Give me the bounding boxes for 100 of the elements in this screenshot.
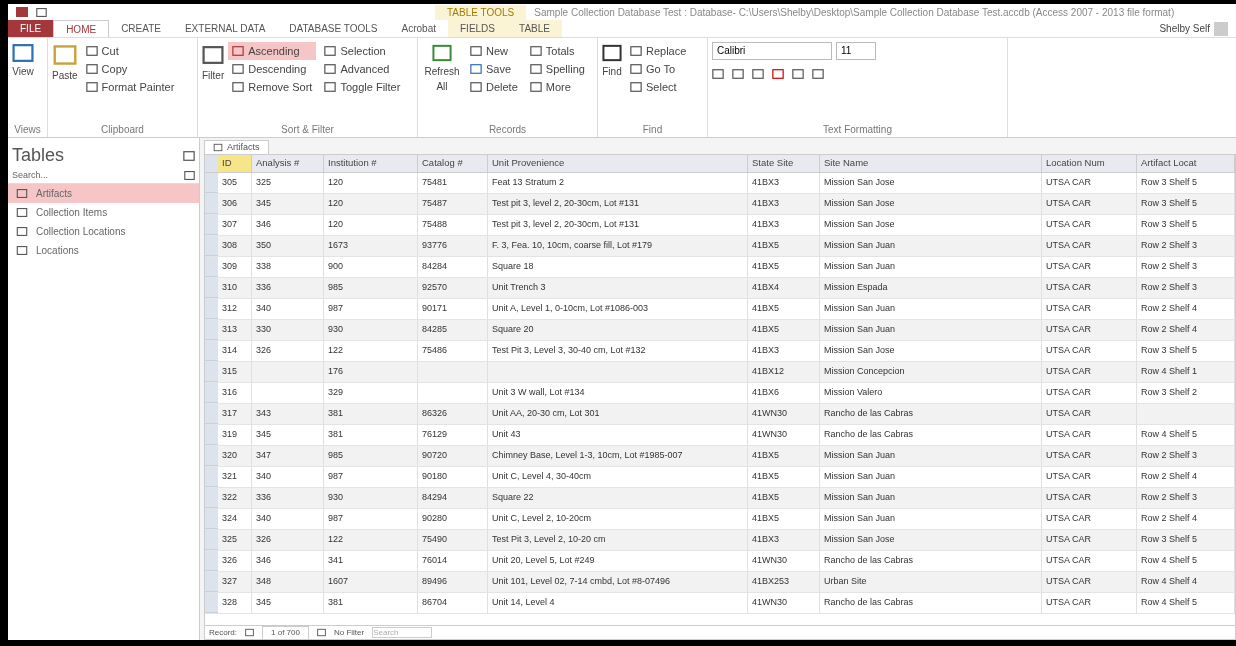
column-header[interactable]: State Site [748, 155, 820, 172]
table-cell: Row 2 Shelf 3 [1141, 260, 1198, 274]
table-cell: 308 [222, 239, 238, 253]
row-selector[interactable] [205, 551, 218, 571]
table-cell: 84284 [422, 260, 448, 274]
row-selector[interactable] [205, 530, 218, 550]
replace-button[interactable]: Replace [626, 42, 691, 60]
delete-button[interactable]: Delete [466, 78, 522, 96]
remove-sort-button[interactable]: Remove Sort [228, 78, 317, 96]
table-cell: Row 2 Shelf 3 [1141, 491, 1198, 505]
column-header[interactable]: Artifact Locat [1137, 155, 1235, 172]
table-cell: 900 [328, 260, 344, 274]
row-selector[interactable] [205, 425, 218, 445]
table-cell: 41BX3 [752, 218, 780, 232]
table-cell: Mission San Juan [824, 323, 896, 337]
view-button[interactable]: View [12, 42, 34, 79]
row-selector[interactable] [205, 278, 218, 298]
table-cell: 41WN30 [752, 407, 787, 421]
column-header[interactable]: Location Num [1042, 155, 1137, 172]
document-tab[interactable]: Artifacts [204, 139, 269, 154]
ribbon-tab[interactable]: FIELDS [448, 20, 507, 37]
nav-item[interactable]: Collection Locations [8, 221, 199, 241]
descending-button[interactable]: Descending [228, 60, 317, 78]
table-cell: 176 [328, 365, 344, 379]
refresh-button[interactable]: Refresh All [422, 42, 462, 94]
spelling-button[interactable]: Spelling [525, 60, 589, 78]
ribbon-tab[interactable]: HOME [53, 20, 110, 37]
table-cell: 930 [328, 323, 344, 337]
table-cell: 336 [256, 491, 272, 505]
save-button[interactable]: Save [466, 60, 522, 78]
row-selector[interactable] [205, 404, 218, 424]
table-cell: Mission San Jose [824, 197, 895, 211]
table-cell: Row 3 Shelf 5 [1141, 176, 1198, 190]
advanced-button[interactable]: Advanced [320, 60, 405, 78]
ribbon-tab[interactable]: EXTERNAL DATA [172, 20, 278, 37]
go-to-button[interactable]: Go To [626, 60, 691, 78]
row-selector[interactable] [205, 446, 218, 466]
format-painter-button[interactable]: Format Painter [81, 78, 179, 96]
row-selector[interactable] [205, 572, 218, 592]
ribbon-tab[interactable]: TABLE [507, 20, 562, 37]
select-button[interactable]: Select [626, 78, 691, 96]
row-selector[interactable] [205, 593, 218, 613]
ribbon-tab[interactable]: DATABASE TOOLS [277, 20, 390, 37]
filter-button[interactable]: Filter [202, 42, 225, 83]
row-selector[interactable] [205, 341, 218, 361]
ribbon-tab[interactable]: CREATE [109, 20, 173, 37]
table-cell: Row 4 Shelf 5 [1141, 428, 1198, 442]
filter-status[interactable]: No Filter [333, 626, 365, 639]
record-position[interactable]: 1 of 700 [262, 625, 309, 640]
selection-button[interactable]: Selection [320, 42, 405, 60]
column-header[interactable]: Site Name [820, 155, 1042, 172]
more-button[interactable]: More [525, 78, 589, 96]
nav-item[interactable]: Locations [8, 240, 199, 260]
row-selector[interactable] [205, 320, 218, 340]
group-label: Records [487, 123, 528, 137]
row-selector[interactable] [205, 236, 218, 256]
group-label: Text Formatting [822, 123, 893, 137]
table-cell: 122 [328, 344, 344, 358]
cut-button[interactable]: Cut [81, 42, 179, 60]
table-cell: 315 [222, 365, 238, 379]
table-cell: 41BX5 [752, 512, 780, 526]
row-selector[interactable] [205, 194, 218, 214]
ribbon-tab[interactable]: Acrobat [389, 20, 448, 37]
search-field[interactable]: Search... [12, 169, 162, 183]
find-button[interactable]: Find [602, 42, 622, 79]
row-selector[interactable] [205, 362, 218, 382]
toggle-filter-button[interactable]: Toggle Filter [320, 78, 405, 96]
user-name[interactable]: Shelby Self [1159, 21, 1214, 36]
column-header[interactable]: Analysis # [252, 155, 324, 172]
table-cell: 346 [256, 218, 272, 232]
totals-button[interactable]: Totals [525, 42, 589, 60]
copy-button[interactable]: Copy [81, 60, 179, 78]
font-size-field[interactable]: 11 [836, 42, 876, 60]
search-field[interactable]: Search [372, 627, 433, 638]
row-selector[interactable] [205, 509, 218, 529]
column-header[interactable]: ID [218, 155, 252, 172]
table-cell: 987 [328, 470, 344, 484]
new-button[interactable]: New [466, 42, 522, 60]
table-cell: UTSA CAR [1046, 491, 1091, 505]
column-header[interactable]: Unit Provenience [488, 155, 748, 172]
table-cell: Row 2 Shelf 4 [1141, 512, 1198, 526]
row-selector[interactable] [205, 383, 218, 403]
table-cell: 336 [256, 281, 272, 295]
table-cell: 41BX3 [752, 533, 780, 547]
row-selector[interactable] [205, 173, 218, 193]
row-selector[interactable] [205, 215, 218, 235]
table-cell: Test pit 3, level 2, 20-30cm, Lot #131 [492, 197, 640, 211]
column-header[interactable]: Institution # [324, 155, 418, 172]
font-field[interactable]: Calibri [712, 42, 832, 60]
select-all-corner[interactable] [205, 155, 218, 172]
nav-item[interactable]: Collection Items [8, 202, 199, 222]
column-header[interactable]: Catalog # [418, 155, 488, 172]
ribbon-tab[interactable]: FILE [8, 20, 54, 37]
row-selector[interactable] [205, 467, 218, 487]
paste-button[interactable]: Paste [52, 42, 78, 83]
table-cell: 310 [222, 281, 238, 295]
row-selector[interactable] [205, 257, 218, 277]
table-cell: Square 18 [492, 260, 534, 274]
row-selector[interactable] [205, 488, 218, 508]
row-selector[interactable] [205, 299, 218, 319]
